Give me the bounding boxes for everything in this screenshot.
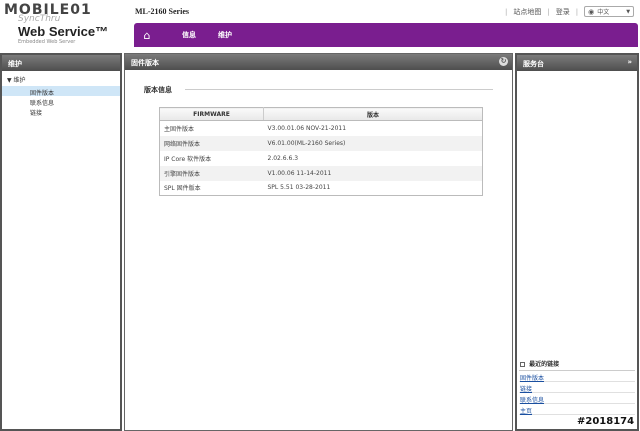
- double-chevron-right-icon[interactable]: »: [627, 58, 632, 66]
- table-header-row: FIRMWARE 版本: [159, 107, 483, 121]
- sitemap-link[interactable]: 站点地图: [513, 7, 541, 17]
- separator: |: [547, 7, 550, 16]
- separator: |: [505, 7, 508, 16]
- tree-root[interactable]: ▼ 维护: [2, 73, 120, 86]
- logo-subtitle: SyncThru: [18, 14, 61, 24]
- logo: MOBILE01 SyncThru Web Service™ Embedded …: [4, 2, 132, 46]
- recent-link-firmware-version[interactable]: 固件版本: [519, 371, 635, 382]
- row-label: 网络固件版本: [159, 135, 264, 151]
- row-value: V1.00.06 11-14-2011: [263, 165, 483, 181]
- table-row: 网络固件版本 V6.01.00(ML-2160 Series): [159, 135, 483, 151]
- globe-icon: ◉: [588, 7, 595, 16]
- center-panel-title: 固件版本: [131, 59, 159, 67]
- tree-item-links[interactable]: 链接: [2, 106, 120, 117]
- section-divider: [185, 89, 493, 90]
- column-header-version: 版本: [263, 107, 483, 121]
- recent-links-title: 最近的链接: [519, 357, 635, 371]
- collapse-box-icon[interactable]: [520, 362, 525, 367]
- nav-item-info[interactable]: 信息: [182, 30, 196, 40]
- table-row: SPL 固件版本 SPL 5.51 03-28-2011: [160, 181, 483, 196]
- tree-item-contact-info[interactable]: 联系信息: [2, 96, 120, 107]
- row-value: V3.00.01.06 NOV-21-2011: [267, 124, 347, 132]
- language-value: 中文: [597, 9, 610, 16]
- row-value: SPL 5.51 03-28-2011: [267, 184, 331, 192]
- right-panel-header: 服务台 »: [517, 55, 637, 71]
- table-row: 主固件版本 V3.00.01.06 NOV-21-2011: [160, 121, 483, 136]
- model-name: ML-2160 Series: [135, 7, 189, 16]
- recent-link-links[interactable]: 链接: [519, 382, 635, 393]
- row-value: V6.01.00(ML-2160 Series): [263, 135, 483, 151]
- main-nav: ⌂ 信息 维护: [134, 23, 638, 47]
- logo-title: Web Service™: [18, 24, 109, 39]
- left-panel: 维护 ▼ 维护 固件版本 联系信息 链接: [0, 53, 122, 431]
- center-panel: 固件版本 ↻ 版本信息 FIRMWARE 版本 主固件版本 V3.00.01.0…: [124, 53, 513, 431]
- table-row: IP Core 软件版本 2.02.6.6.3: [160, 151, 483, 166]
- row-label: 引擎固件版本: [159, 165, 264, 181]
- tree-root-label: 维护: [13, 77, 26, 84]
- nav-tree: ▼ 维护 固件版本 联系信息 链接: [2, 71, 120, 118]
- refresh-icon[interactable]: ↻: [499, 57, 508, 66]
- separator: |: [575, 7, 579, 16]
- center-panel-header: 固件版本 ↻: [125, 54, 512, 70]
- right-panel-title: 服务台: [523, 60, 544, 68]
- row-label: IP Core 软件版本: [164, 155, 212, 163]
- recent-link-contact-info[interactable]: 联系信息: [519, 393, 635, 404]
- caret-down-icon: ▼: [7, 77, 12, 84]
- row-value: 2.02.6.6.3: [267, 154, 299, 162]
- language-select[interactable]: ◉ 中文 ▼: [584, 6, 635, 17]
- recent-link-home[interactable]: 主页: [519, 404, 635, 415]
- home-icon[interactable]: ⌂: [134, 29, 160, 42]
- right-panel: 服务台 » 最近的链接 固件版本 链接 联系信息 主页: [515, 53, 639, 431]
- recent-links: 最近的链接 固件版本 链接 联系信息 主页: [519, 357, 635, 415]
- firmware-table: FIRMWARE 版本 主固件版本 V3.00.01.06 NOV-21-201…: [159, 107, 483, 196]
- section-title: 版本信息: [144, 86, 172, 94]
- login-link[interactable]: 登录: [556, 7, 570, 17]
- top-links: | 站点地图 | 登录 | ◉ 中文 ▼: [505, 6, 635, 17]
- chevron-down-icon: ▼: [626, 8, 631, 15]
- table-row: 引擎固件版本 V1.00.06 11-14-2011: [159, 165, 483, 181]
- row-label: SPL 固件版本: [164, 185, 201, 193]
- column-header-firmware: FIRMWARE: [159, 107, 264, 121]
- watermark: #2018174: [577, 416, 635, 427]
- left-panel-title: 维护: [2, 55, 120, 71]
- row-label: 主固件版本: [164, 125, 195, 133]
- nav-item-maintenance[interactable]: 维护: [218, 30, 232, 40]
- tree-item-firmware-version[interactable]: 固件版本: [2, 86, 120, 97]
- recent-links-label: 最近的链接: [529, 361, 560, 368]
- logo-tagline: Embedded Web Server: [18, 39, 76, 45]
